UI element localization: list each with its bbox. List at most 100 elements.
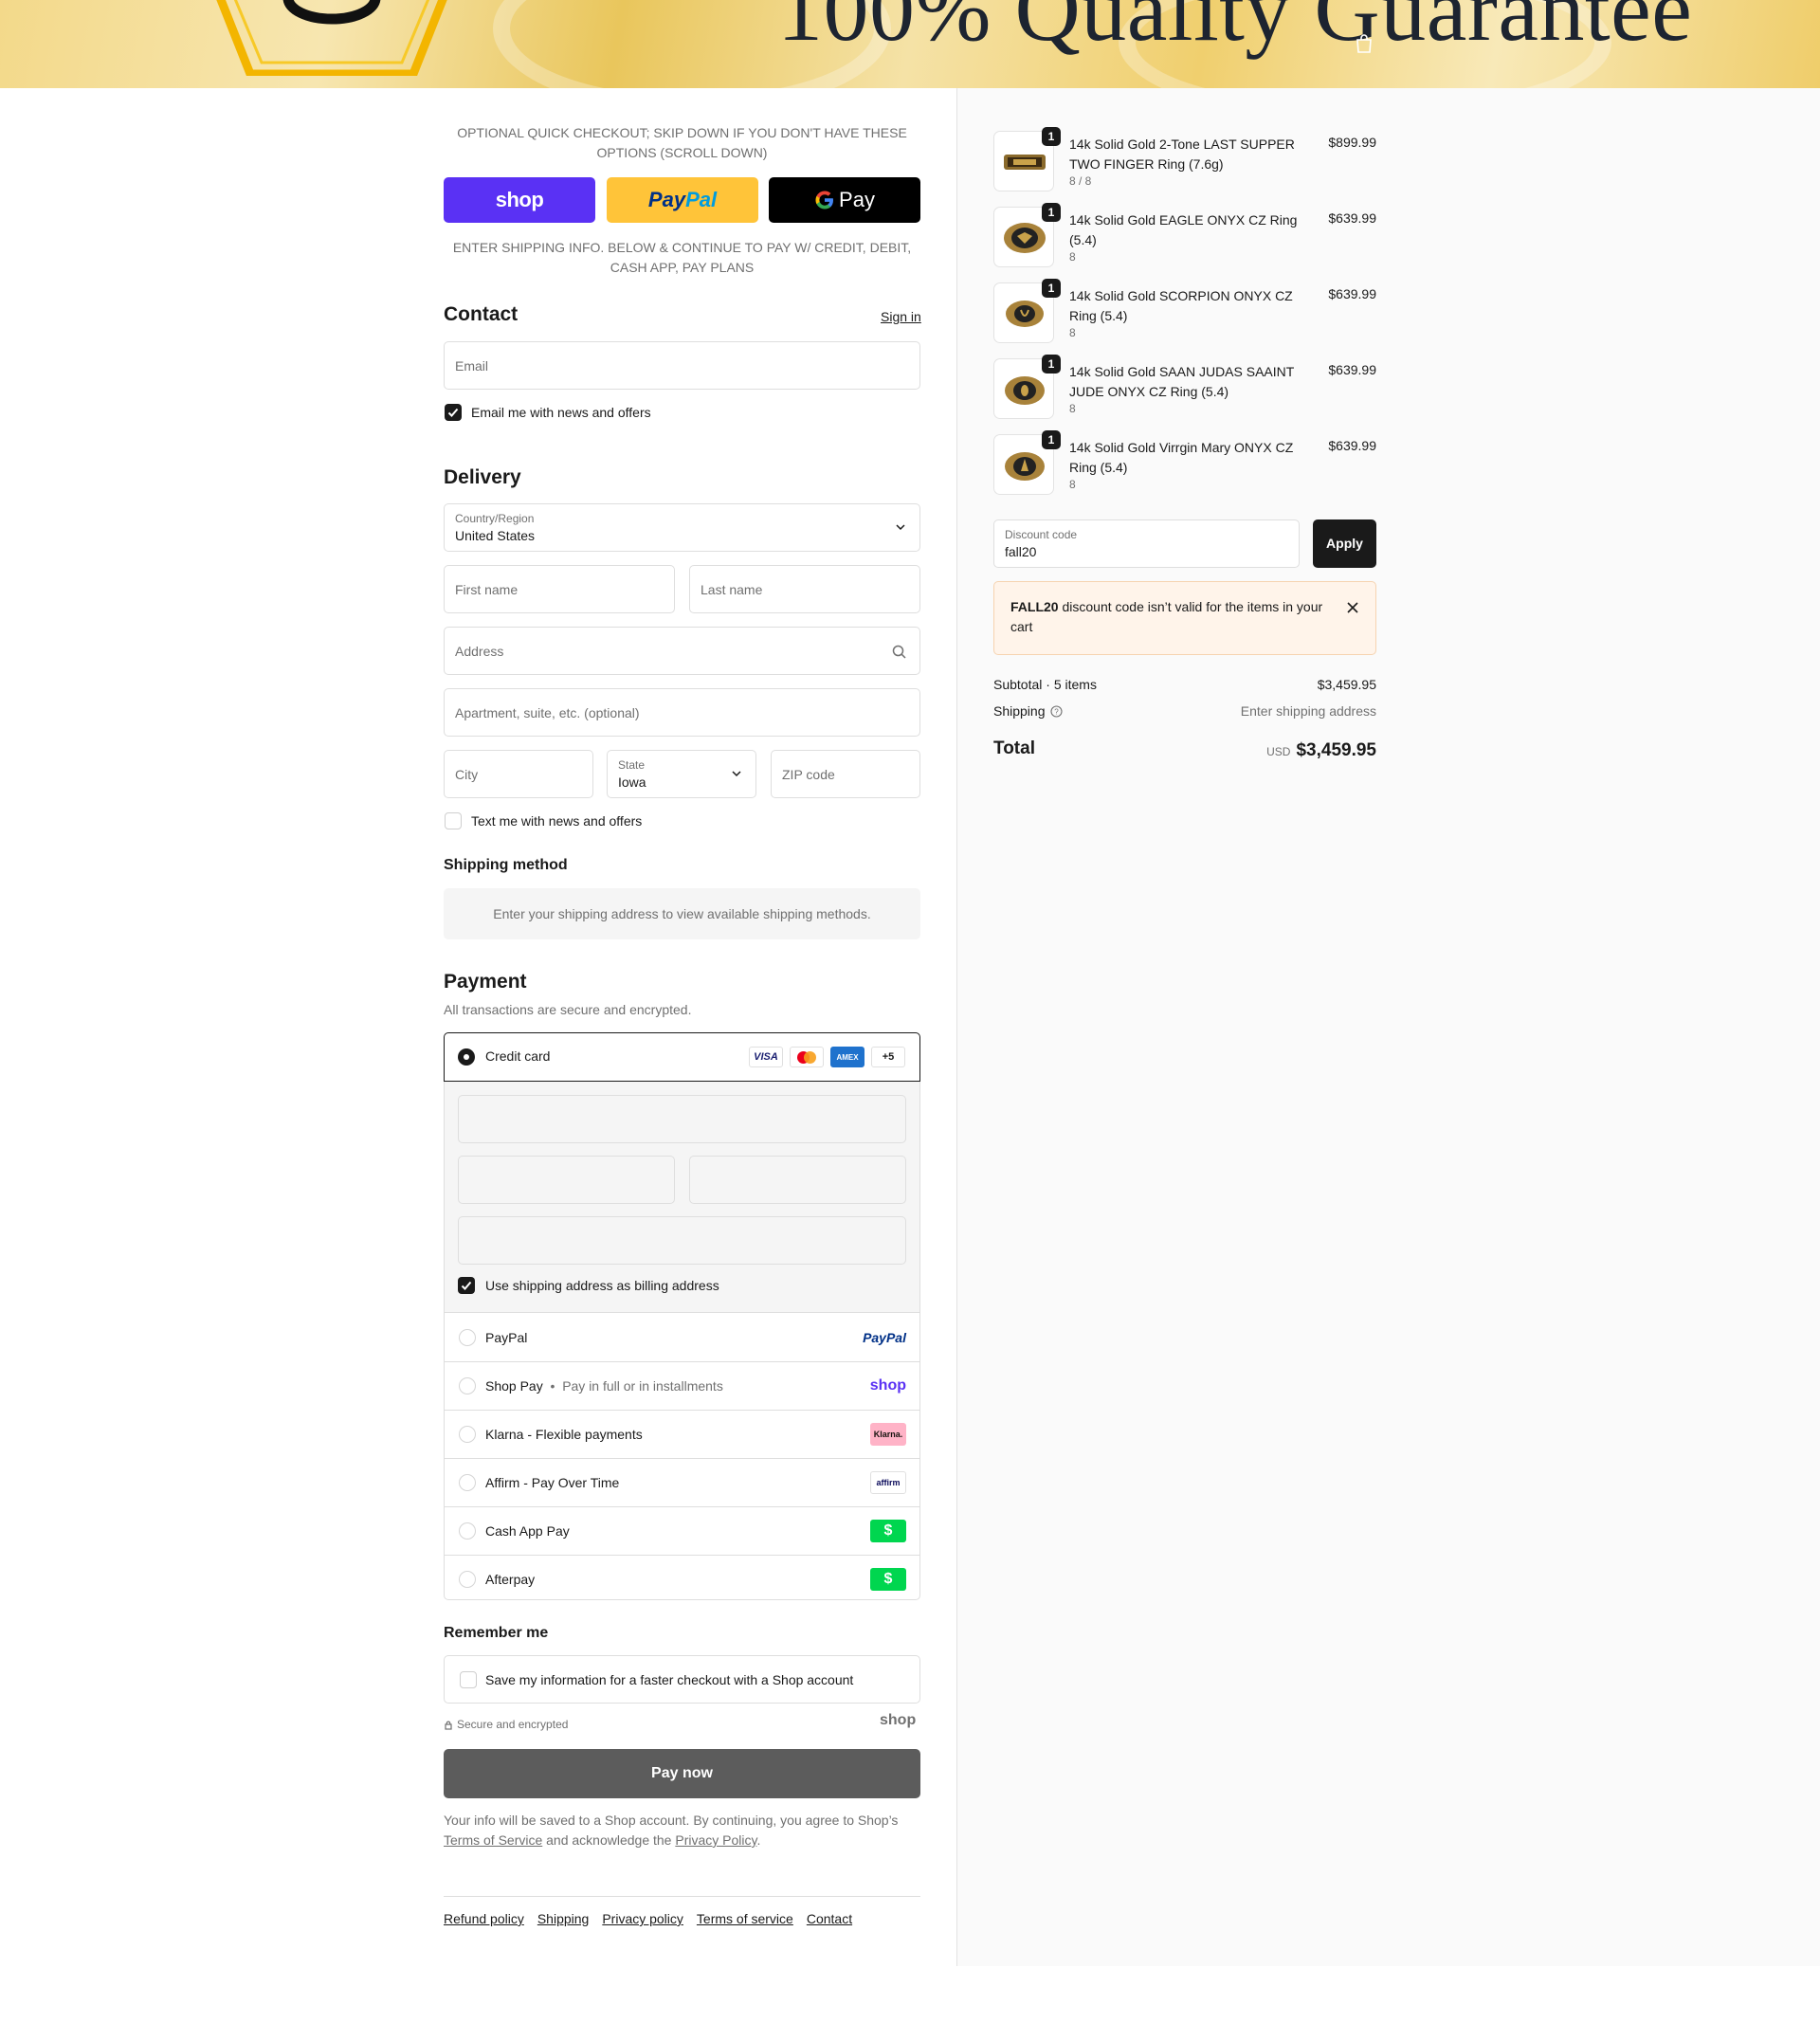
apartment-field[interactable]: Apartment, suite, etc. (optional) <box>444 688 920 737</box>
shipping-method-heading: Shipping method <box>444 857 568 873</box>
apply-discount-button[interactable]: Apply <box>1313 519 1376 568</box>
contact-heading: Contact <box>444 303 519 325</box>
shipping-link[interactable]: Shipping <box>537 1911 590 1926</box>
product-variant: 8 <box>1069 478 1076 491</box>
line-item: 1 14k Solid Gold Virrgin Mary ONYX CZ Ri… <box>993 430 1376 497</box>
line-item: 1 14k Solid Gold SAAN JUDAS SAAINT JUDE … <box>993 355 1376 421</box>
country-select[interactable]: Country/Region United States <box>444 503 920 552</box>
billing-address-checkbox[interactable] <box>458 1277 475 1294</box>
quantity-badge: 1 <box>1042 203 1061 222</box>
privacy-policy-footer-link[interactable]: Privacy policy <box>602 1911 683 1926</box>
text-news-label: Text me with news and offers <box>471 813 643 829</box>
city-field[interactable]: City <box>444 750 593 798</box>
affirm-option[interactable]: Affirm - Pay Over Time affirm <box>445 1459 919 1507</box>
card-expiry-field[interactable] <box>458 1156 675 1204</box>
card-cvv-field[interactable] <box>689 1156 906 1204</box>
shop-footer-logo: shop <box>880 1712 917 1728</box>
product-thumbnail: 1 <box>993 279 1061 343</box>
cash-app-logo-icon: $ <box>870 1520 906 1542</box>
address-field[interactable]: Address <box>444 627 920 675</box>
footer-divider <box>444 1896 920 1897</box>
privacy-policy-link[interactable]: Privacy Policy <box>675 1832 756 1848</box>
afterpay-radio[interactable] <box>459 1571 476 1588</box>
klarna-radio[interactable] <box>459 1426 476 1443</box>
shop-logo-icon: shop <box>869 1377 906 1394</box>
visa-icon: VISA <box>749 1047 783 1067</box>
quantity-badge: 1 <box>1042 127 1061 146</box>
remember-me-option[interactable]: Save my information for a faster checkou… <box>444 1655 920 1704</box>
discount-code-field[interactable]: Discount code fall20 <box>993 519 1300 568</box>
paypal-option[interactable]: PayPal PayPal <box>445 1314 919 1362</box>
credit-card-label: Credit card <box>485 1048 551 1064</box>
affirm-radio[interactable] <box>459 1474 476 1491</box>
email-field[interactable]: Email <box>444 341 920 390</box>
paypal-button[interactable]: PayPal <box>607 177 758 223</box>
more-cards-badge: +5 <box>871 1047 905 1067</box>
afterpay-option[interactable]: Afterpay $ <box>445 1556 919 1604</box>
text-news-checkbox[interactable] <box>445 812 462 829</box>
sign-in-link[interactable]: Sign in <box>881 309 921 324</box>
afterpay-logo-icon: $ <box>870 1568 906 1591</box>
first-name-field[interactable]: First name <box>444 565 675 613</box>
discount-code-label: Discount code <box>1005 528 1078 541</box>
google-pay-label: Pay <box>839 188 875 211</box>
close-icon[interactable] <box>1346 601 1359 614</box>
chevron-down-icon <box>732 771 741 777</box>
product-variant: 8 <box>1069 402 1076 415</box>
shop-pay-option[interactable]: Shop Pay • Pay in full or in installment… <box>445 1362 919 1411</box>
shop-pay-option-label: Shop Pay • Pay in full or in installment… <box>485 1378 723 1394</box>
paypal-radio[interactable] <box>459 1329 476 1346</box>
remember-me-heading: Remember me <box>444 1625 549 1641</box>
delivery-heading: Delivery <box>444 466 521 488</box>
paypal-logo: PayPal <box>647 188 718 211</box>
address-placeholder: Address <box>455 644 504 659</box>
state-label: State <box>618 758 646 772</box>
credit-card-radio[interactable] <box>458 1048 475 1066</box>
line-item: 1 14k Solid Gold SCORPION ONYX CZ Ring (… <box>993 279 1376 345</box>
google-pay-button[interactable]: Pay <box>769 177 920 223</box>
last-name-placeholder: Last name <box>701 582 763 597</box>
product-name: 14k Solid Gold SAAN JUDAS SAAINT JUDE ON… <box>1069 364 1295 399</box>
chevron-down-icon <box>896 524 905 531</box>
terms-of-service-footer-link[interactable]: Terms of service <box>697 1911 793 1926</box>
shop-pay-button[interactable]: shop <box>444 177 595 223</box>
mastercard-icon <box>790 1047 824 1067</box>
terms-of-service-link[interactable]: Terms of Service <box>444 1832 542 1848</box>
email-news-checkbox[interactable] <box>445 404 462 421</box>
country-label: Country/Region <box>455 512 535 525</box>
shop-pay-label: shop <box>495 188 544 211</box>
zip-field[interactable]: ZIP code <box>771 750 920 798</box>
shipping-label: Shipping <box>993 703 1046 719</box>
cart-icon[interactable] <box>1356 34 1373 53</box>
state-select[interactable]: State Iowa <box>607 750 756 798</box>
cash-app-radio[interactable] <box>459 1522 476 1540</box>
total-amount: USD $3,459.95 <box>1266 740 1376 761</box>
last-name-field[interactable]: Last name <box>689 565 920 613</box>
klarna-option[interactable]: Klarna - Flexible payments Klarna. <box>445 1411 919 1459</box>
card-name-field[interactable] <box>458 1216 906 1265</box>
shop-pay-radio[interactable] <box>459 1377 476 1394</box>
save-info-checkbox[interactable] <box>460 1671 477 1688</box>
card-number-field[interactable] <box>458 1095 906 1143</box>
cash-app-option[interactable]: Cash App Pay $ <box>445 1507 919 1556</box>
payment-subtitle: All transactions are secure and encrypte… <box>444 1002 692 1017</box>
pay-now-button[interactable]: Pay now <box>444 1749 920 1798</box>
refund-policy-link[interactable]: Refund policy <box>444 1911 524 1926</box>
lock-icon <box>445 1721 452 1730</box>
legal-text: Your info will be saved to a Shop accoun… <box>444 1813 899 1848</box>
credit-card-option[interactable]: Credit card VISA AMEX +5 <box>444 1032 920 1082</box>
help-icon[interactable]: ? <box>1050 705 1063 718</box>
apartment-placeholder: Apartment, suite, etc. (optional) <box>455 705 640 720</box>
product-price: $899.99 <box>1328 135 1376 150</box>
product-variant: 8 / 8 <box>1069 174 1092 188</box>
currency-code: USD <box>1266 745 1291 758</box>
product-thumbnail: 1 <box>993 203 1061 267</box>
payment-methods: Credit card VISA AMEX +5 Use shipping ad… <box>444 1032 920 1600</box>
discount-error-alert: FALL20 discount code isn’t valid for the… <box>993 581 1376 655</box>
product-thumbnail: 1 <box>993 355 1061 419</box>
product-name: 14k Solid Gold EAGLE ONYX CZ Ring (5.4) <box>1069 212 1298 247</box>
discount-code-value: fall20 <box>1005 544 1037 559</box>
contact-link[interactable]: Contact <box>807 1911 852 1926</box>
state-value: Iowa <box>618 774 646 790</box>
check-icon <box>461 1281 472 1290</box>
